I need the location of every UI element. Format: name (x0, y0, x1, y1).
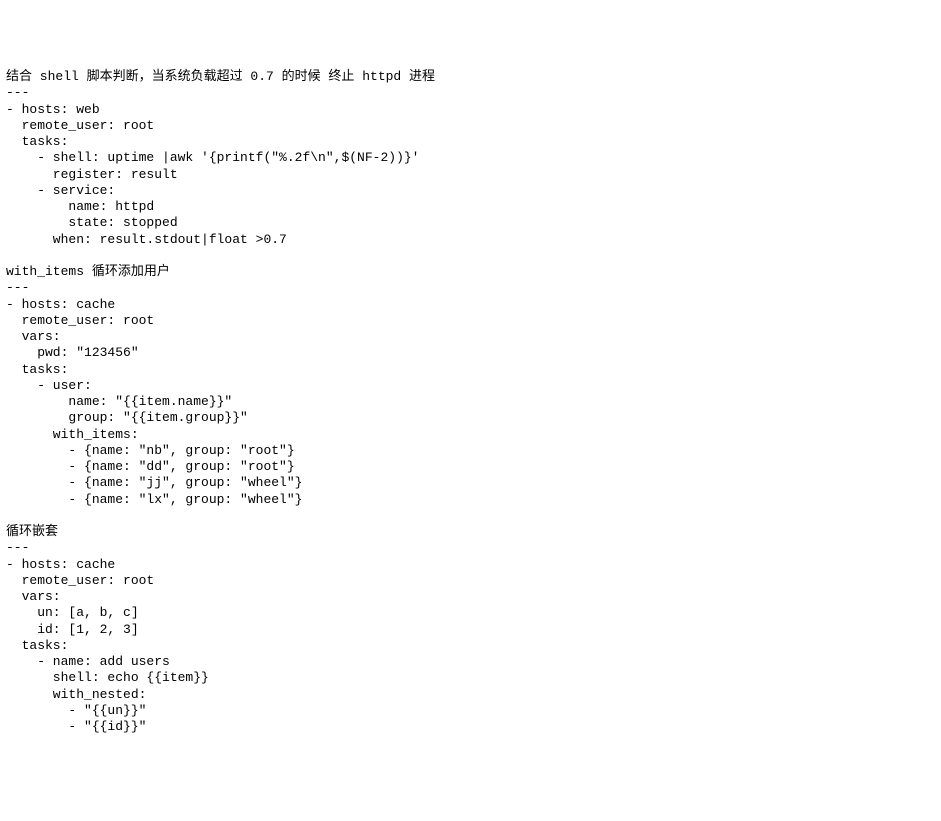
section-3-line: un: [a, b, c] (6, 605, 139, 620)
section-2-line: pwd: "123456" (6, 345, 139, 360)
section-2-line: - {name: "jj", group: "wheel"} (6, 475, 302, 490)
section-2-line: with_items: (6, 427, 139, 442)
section-2-line: vars: (6, 329, 61, 344)
section-1-line: - hosts: web (6, 102, 100, 117)
section-1-line: tasks: (6, 134, 68, 149)
section-1-line: name: httpd (6, 199, 154, 214)
section-1-line: state: stopped (6, 215, 178, 230)
section-3-line: remote_user: root (6, 573, 154, 588)
section-3-line: id: [1, 2, 3] (6, 622, 139, 637)
section-3-separator: --- (6, 540, 29, 555)
section-1-line: - service: (6, 183, 115, 198)
section-2-line: group: "{{item.group}}" (6, 410, 248, 425)
section-1-separator: --- (6, 85, 29, 100)
section-1-line: - shell: uptime |awk '{printf("%.2f\n",$… (6, 150, 419, 165)
document-content: 结合 shell 脚本判断，当系统负载超过 0.7 的时候 终止 httpd 进… (6, 69, 935, 735)
section-2-line: - {name: "dd", group: "root"} (6, 459, 295, 474)
section-1-line: remote_user: root (6, 118, 154, 133)
section-3-line: - hosts: cache (6, 557, 115, 572)
section-2-line: - {name: "lx", group: "wheel"} (6, 492, 302, 507)
section-3-line: tasks: (6, 638, 68, 653)
section-3-title: 循环嵌套 (6, 524, 58, 539)
section-2-line: name: "{{item.name}}" (6, 394, 232, 409)
section-2-line: remote_user: root (6, 313, 154, 328)
section-1-title: 结合 shell 脚本判断，当系统负载超过 0.7 的时候 终止 httpd 进… (6, 69, 435, 84)
section-3-line: vars: (6, 589, 61, 604)
section-2-line: - {name: "nb", group: "root"} (6, 443, 295, 458)
section-2-line: - hosts: cache (6, 297, 115, 312)
section-1-line: when: result.stdout|float >0.7 (6, 232, 287, 247)
section-3-line: - "{{id}}" (6, 719, 146, 734)
section-3-line: shell: echo {{item}} (6, 670, 209, 685)
section-2-line: - user: (6, 378, 92, 393)
section-2-title: with_items 循环添加用户 (6, 264, 170, 279)
section-2-separator: --- (6, 280, 29, 295)
section-3-line: - "{{un}}" (6, 703, 146, 718)
section-1-line: register: result (6, 167, 178, 182)
section-3-line: - name: add users (6, 654, 170, 669)
section-3-line: with_nested: (6, 687, 146, 702)
section-2-line: tasks: (6, 362, 68, 377)
